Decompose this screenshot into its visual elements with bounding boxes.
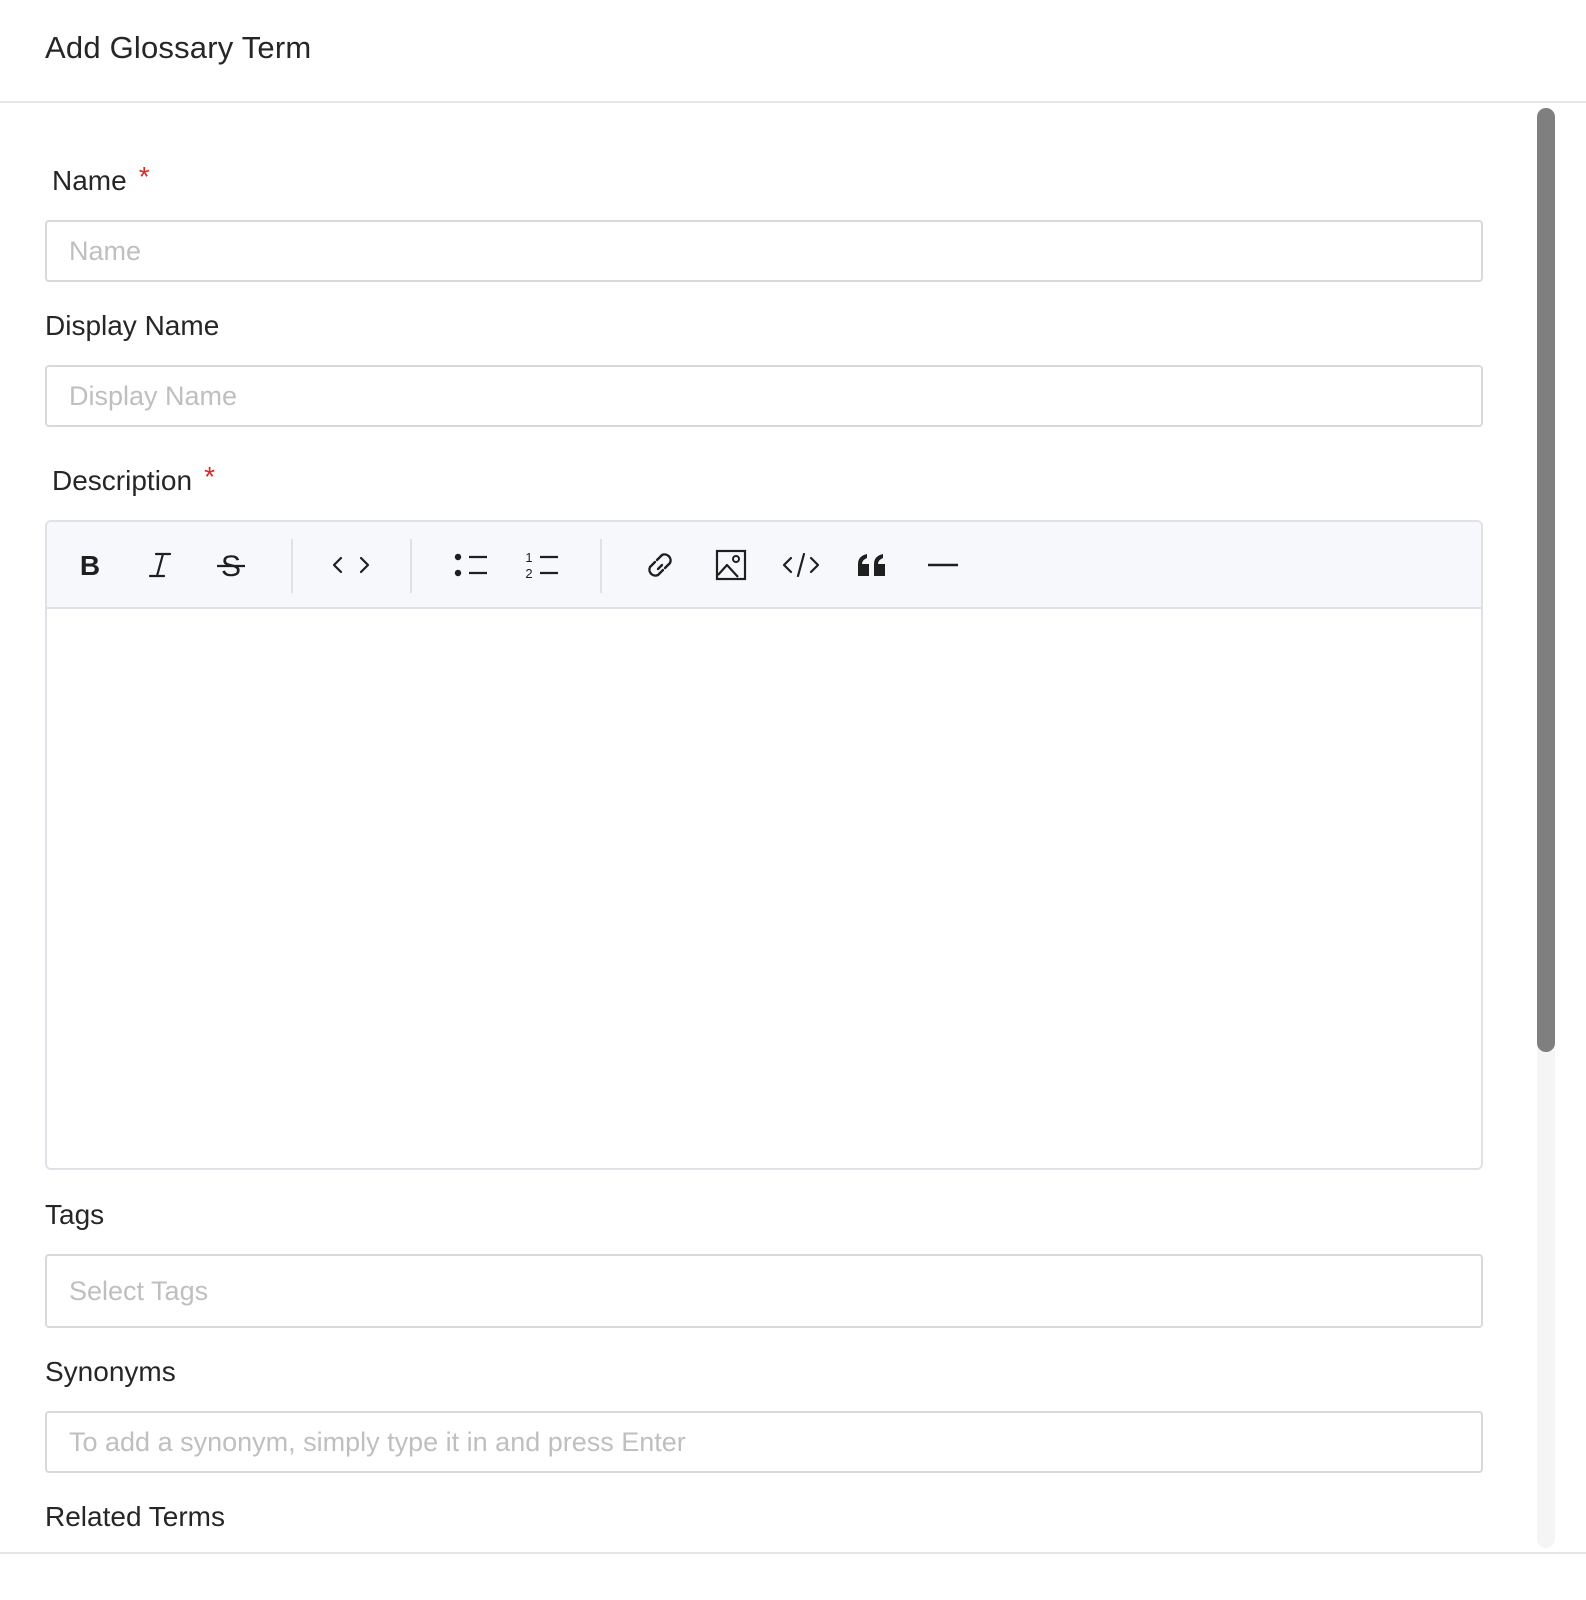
image-icon[interactable] — [710, 544, 752, 586]
svg-text:1: 1 — [525, 550, 532, 565]
form-body: Name * Display Name Description * B S — [0, 103, 1586, 1553]
bold-icon[interactable]: B — [69, 544, 111, 586]
display-name-input[interactable] — [45, 365, 1483, 427]
strikethrough-icon[interactable]: S — [210, 544, 252, 586]
description-label-text: Description — [52, 465, 193, 496]
scrollbar-thumb[interactable] — [1537, 108, 1555, 1052]
toolbar-divider — [291, 539, 293, 593]
blockquote-icon[interactable] — [851, 544, 893, 586]
editor-toolbar: B S 12 — [47, 522, 1481, 609]
horizontal-rule-icon[interactable] — [922, 544, 964, 586]
italic-icon[interactable] — [139, 544, 181, 586]
required-mark: * — [204, 461, 215, 492]
synonyms-input[interactable] — [45, 1411, 1483, 1473]
dialog-title: Add Glossary Term — [45, 30, 312, 65]
description-label: Description * — [52, 461, 215, 497]
toolbar-divider — [600, 539, 602, 593]
link-icon[interactable] — [639, 544, 681, 586]
ordered-list-icon[interactable]: 12 — [521, 544, 563, 586]
synonyms-label: Synonyms — [45, 1356, 176, 1387]
description-text-area[interactable] — [47, 609, 1481, 1168]
tags-select[interactable] — [45, 1254, 1483, 1328]
svg-text:2: 2 — [525, 566, 532, 580]
name-label: Name * — [52, 161, 150, 197]
name-label-text: Name — [52, 165, 127, 196]
related-terms-label: Related Terms — [45, 1501, 226, 1532]
bullet-list-icon[interactable] — [450, 544, 492, 586]
name-input[interactable] — [45, 220, 1483, 282]
footer-divider — [0, 1552, 1586, 1554]
description-editor: B S 12 — [45, 520, 1483, 1170]
toolbar-divider — [410, 539, 412, 593]
tags-label: Tags — [45, 1199, 105, 1230]
display-name-label: Display Name — [45, 310, 220, 341]
inline-code-icon[interactable] — [330, 544, 372, 586]
required-mark: * — [138, 161, 150, 192]
dialog-header: Add Glossary Term — [0, 0, 1586, 103]
svg-text:B: B — [80, 550, 100, 580]
code-block-icon[interactable] — [780, 544, 822, 586]
